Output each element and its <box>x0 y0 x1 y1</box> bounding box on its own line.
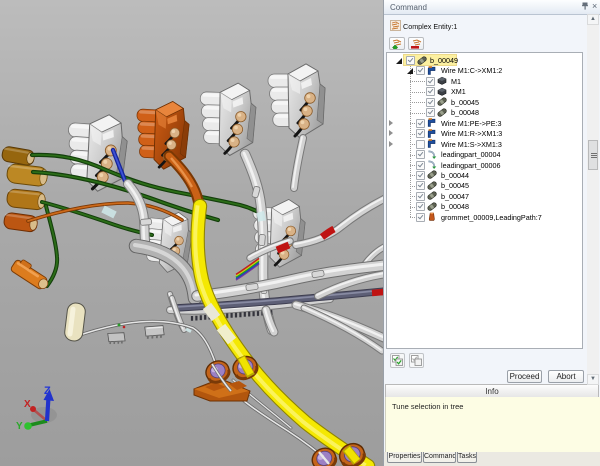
svg-text:X: X <box>24 399 31 410</box>
svg-text:Y: Y <box>16 421 23 432</box>
svg-text:Z: Z <box>44 385 51 397</box>
